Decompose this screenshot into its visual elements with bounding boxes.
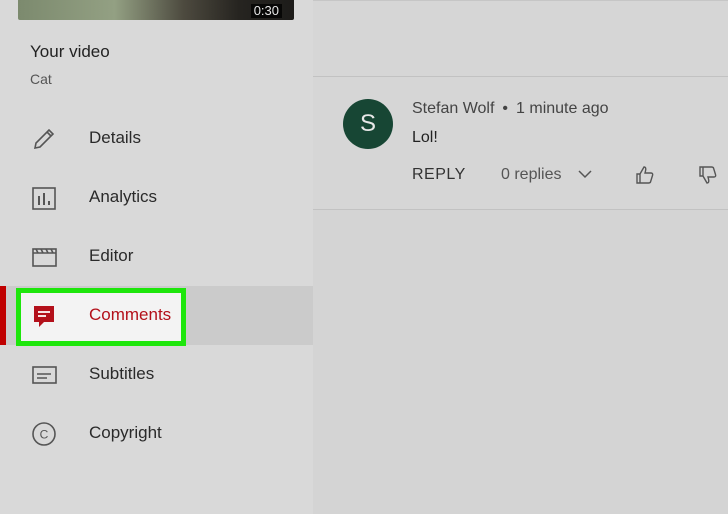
video-thumbnail[interactable]: 0:30: [18, 0, 294, 20]
svg-text:C: C: [40, 428, 49, 442]
sidebar-item-copyright[interactable]: C Copyright: [0, 404, 313, 463]
comments-icon: [30, 302, 58, 330]
comment-author[interactable]: Stefan Wolf: [412, 100, 494, 117]
comment-meta: Stefan Wolf • 1 minute ago: [412, 100, 609, 118]
sidebar-item-details[interactable]: Details: [0, 109, 313, 168]
video-name: Cat: [30, 71, 52, 87]
sidebar: 0:30 Your video Cat Details Analytics Ed…: [0, 0, 313, 514]
copyright-icon: C: [30, 420, 58, 448]
thumbs-down-icon[interactable]: [698, 165, 718, 185]
video-title-label: Your video: [30, 42, 110, 61]
sidebar-item-subtitles[interactable]: Subtitles: [0, 345, 313, 404]
thumbs-up-icon[interactable]: [635, 165, 655, 185]
comment-timestamp[interactable]: 1 minute ago: [516, 100, 609, 117]
sidebar-item-label: Details: [89, 128, 141, 147]
comment-item: S Stefan Wolf • 1 minute ago Lol! REPLY 0 …: [313, 77, 728, 210]
comment-text: Lol!: [412, 129, 438, 146]
sidebar-item-analytics[interactable]: Analytics: [0, 168, 313, 227]
video-duration: 0:30: [250, 4, 282, 18]
sidebar-item-label: Editor: [89, 246, 134, 265]
chevron-down-icon: [578, 166, 592, 184]
pencil-icon: [30, 125, 58, 153]
sidebar-item-label: Comments: [89, 305, 172, 324]
sidebar-item-label: Copyright: [89, 423, 162, 442]
comments-main-panel: S Stefan Wolf • 1 minute ago Lol! REPLY 0 …: [313, 0, 728, 514]
avatar[interactable]: S: [343, 99, 393, 149]
subtitles-icon: [30, 361, 58, 389]
analytics-icon: [30, 184, 58, 212]
sidebar-item-comments-content[interactable]: Comments: [0, 286, 313, 345]
divider: [313, 0, 728, 4]
replies-dropdown[interactable]: 0 replies: [501, 166, 592, 184]
replies-count: 0 replies: [501, 166, 562, 184]
sidebar-item-label: Analytics: [89, 187, 158, 206]
sidebar-item-label: Subtitles: [89, 364, 155, 383]
reply-button[interactable]: REPLY: [412, 166, 466, 184]
sidebar-item-editor[interactable]: Editor: [0, 227, 313, 286]
separator-dot: •: [502, 100, 509, 117]
comments-filter-area: [313, 0, 728, 77]
editor-clapper-icon: [30, 243, 58, 271]
